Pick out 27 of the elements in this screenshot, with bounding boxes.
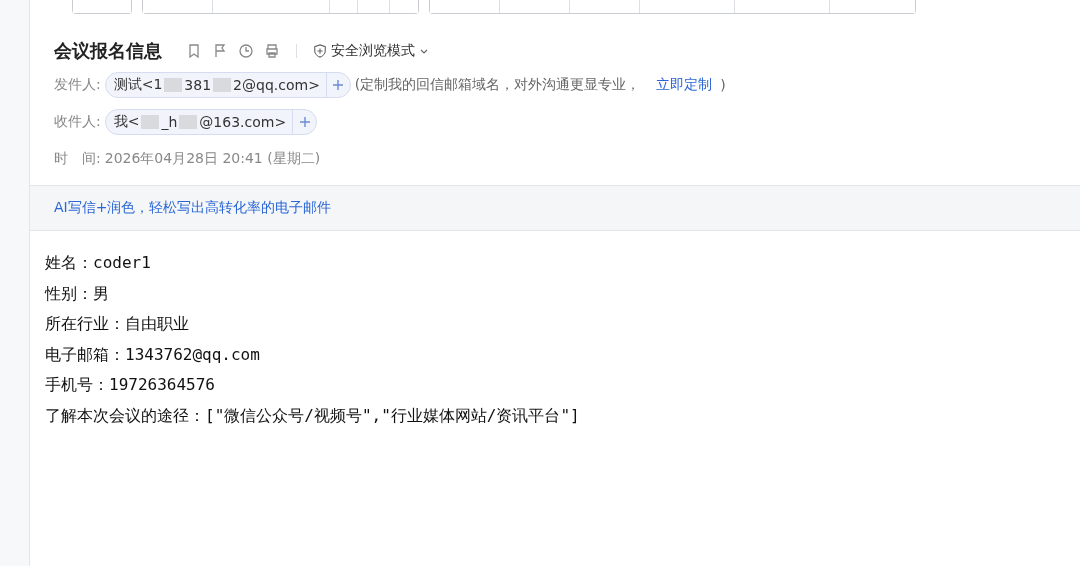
clock-icon[interactable] bbox=[238, 43, 254, 59]
sent-time: 2026年04月28日 20:41 (星期二) bbox=[104, 149, 321, 168]
customize-link[interactable]: 立即定制 bbox=[656, 75, 713, 94]
sender-chip[interactable]: 测试<1 381 2@qq.com> bbox=[104, 71, 351, 98]
field-label: 时 间: bbox=[54, 149, 101, 168]
safe-mode-dropdown[interactable]: 安全浏览模式 bbox=[313, 42, 429, 60]
email-address: 我< _h @163.com> bbox=[113, 112, 287, 131]
body-line: 姓名：coder1 bbox=[45, 252, 152, 274]
mail-subject: 会议报名信息 bbox=[54, 39, 162, 63]
ai-writing-link[interactable]: AI写信+润色，轻松写出高转化率的电子邮件 bbox=[54, 199, 332, 217]
recipient-chip[interactable]: 我< _h @163.com> bbox=[104, 108, 318, 135]
body-line: 了解本次会议的途径：["微信公众号/视频号","行业媒体网站/资讯平台"] bbox=[45, 404, 581, 427]
bracket-text: ) bbox=[720, 76, 726, 93]
plus-icon bbox=[333, 79, 344, 90]
flag-icon[interactable] bbox=[212, 43, 228, 59]
bookmark-icon[interactable] bbox=[186, 43, 202, 59]
plus-icon bbox=[299, 116, 310, 127]
field-label: 发件人: bbox=[54, 75, 101, 94]
body-line: 所在行业：自由职业 bbox=[45, 313, 190, 335]
field-label: 收件人: bbox=[54, 112, 101, 131]
custom-domain-note: (定制我的回信邮箱域名，对外沟通更显专业， bbox=[354, 75, 641, 94]
shield-icon bbox=[313, 44, 327, 58]
body-line: 性别：男 bbox=[45, 282, 110, 305]
body-line: 手机号：19726364576 bbox=[45, 374, 216, 396]
printer-icon[interactable] bbox=[264, 43, 280, 59]
email-address: 测试<1 381 2@qq.com> bbox=[113, 75, 320, 94]
body-line: 电子邮箱：1343762@qq.com bbox=[45, 343, 261, 366]
